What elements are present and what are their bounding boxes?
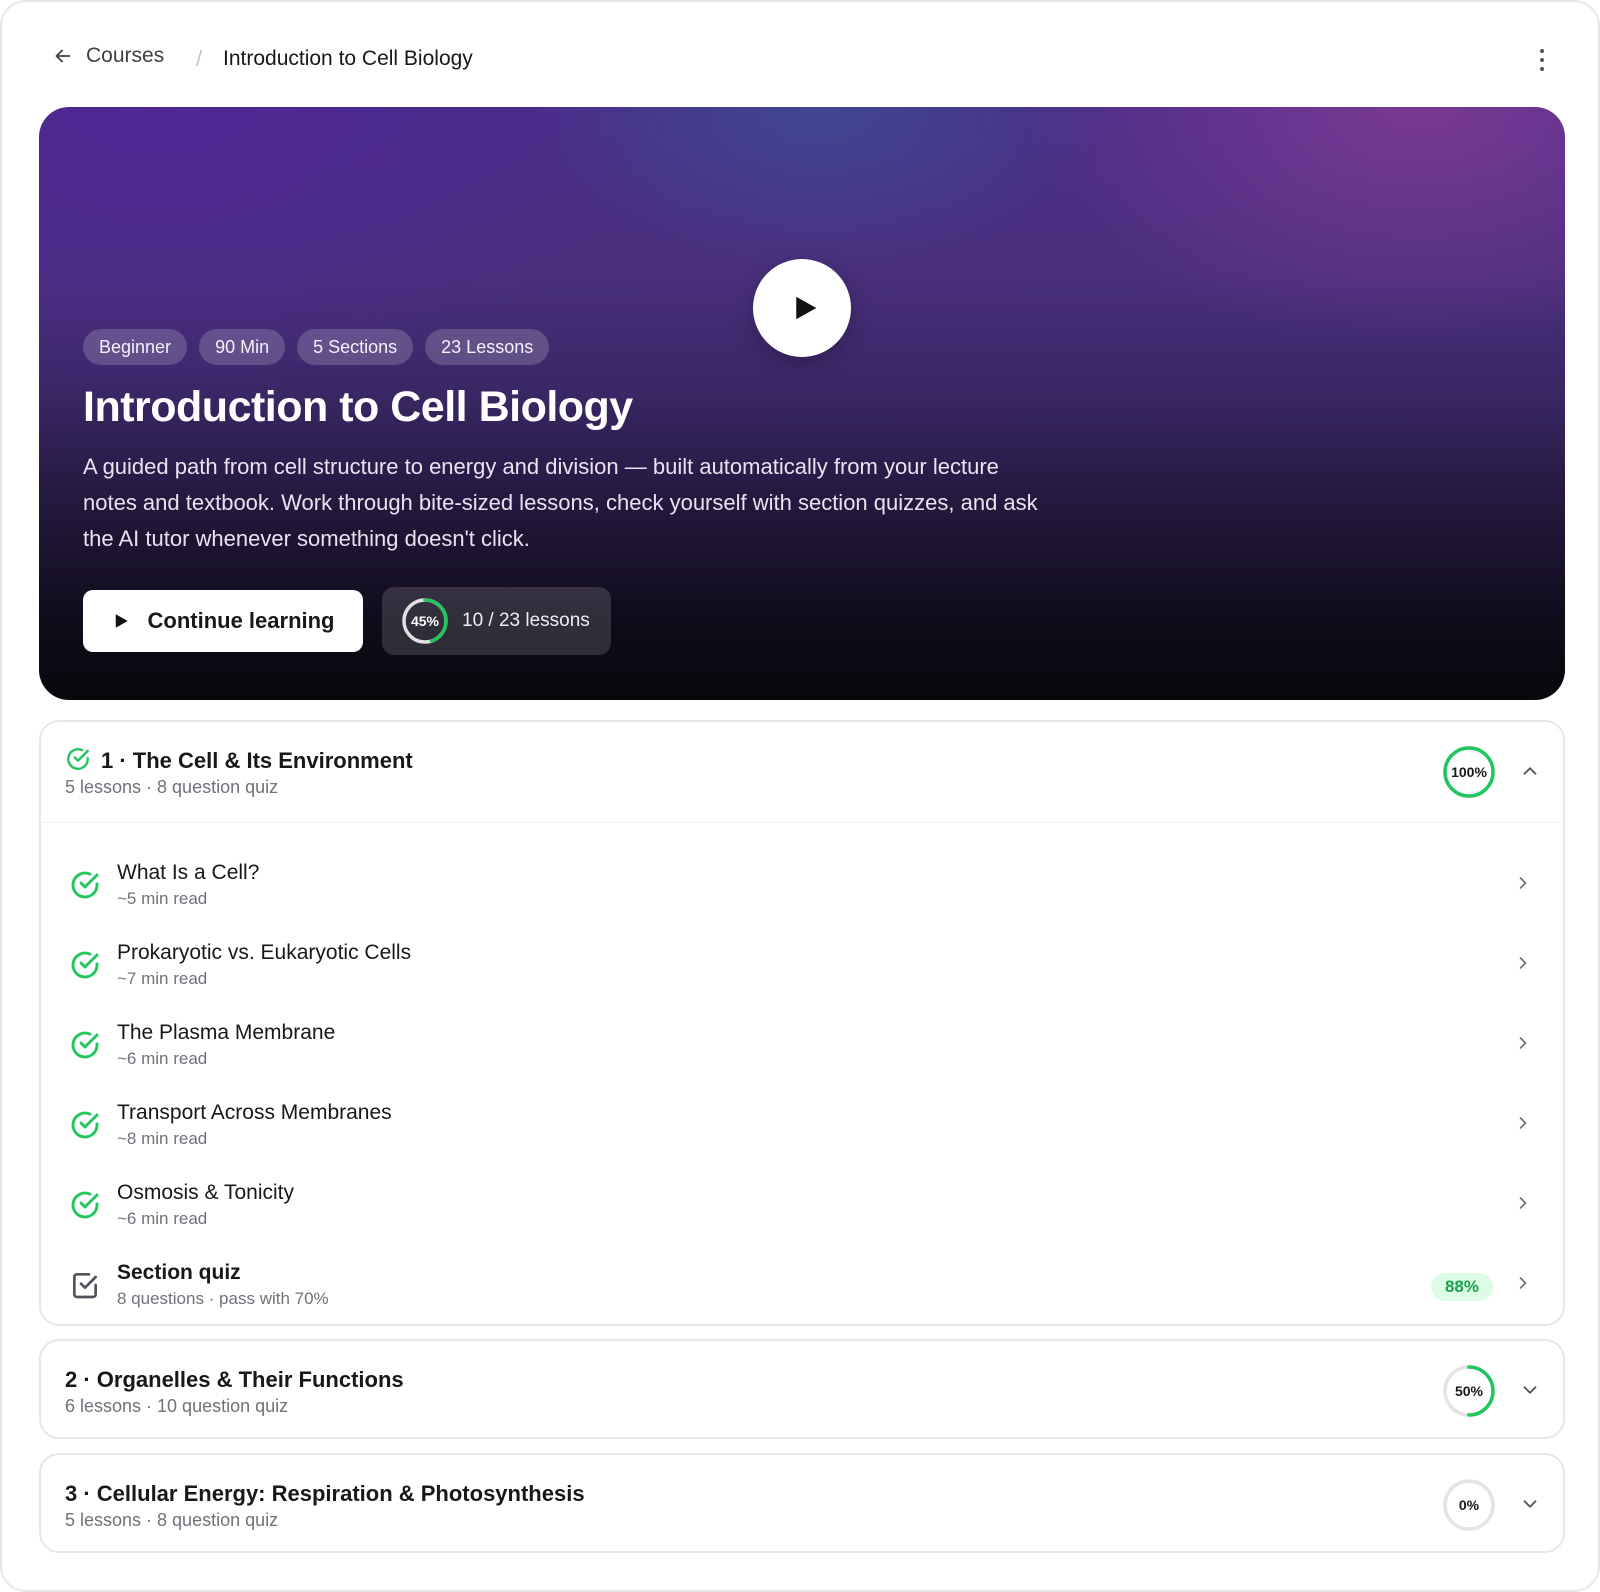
lesson-row[interactable]: The Plasma Membrane ~6 min read (41, 995, 1563, 1075)
section-meta: 5 lessons · 8 question quiz (65, 1510, 279, 1530)
section-quiz-row[interactable]: Section quiz 8 questions · pass with 70%… (41, 1235, 1563, 1315)
chevron-right-icon (1519, 877, 1527, 889)
section-card-2: 2 · Organelles & Their Functions 6 lesso… (39, 1339, 1565, 1439)
check-circle-icon (71, 1031, 99, 1059)
continue-learning-label: Continue learning (147, 608, 335, 633)
section-title: 1 · The Cell & Its Environment (101, 748, 413, 773)
tag-sections: 5 Sections (297, 329, 414, 365)
section-progress-ring: 0% (1441, 1477, 1497, 1533)
section-meta: 5 lessons · 8 question quiz (65, 777, 279, 797)
check-circle-icon (71, 1111, 99, 1139)
course-progress-percent: 45% (410, 613, 440, 629)
play-icon (115, 614, 128, 628)
breadcrumb-separator: / (196, 46, 203, 71)
section-header-1[interactable]: 1 · The Cell & Its Environment 5 lessons… (41, 722, 1563, 822)
chevron-right-icon (1519, 957, 1527, 969)
lesson-title: Osmosis & Tonicity (117, 1181, 294, 1204)
check-circle-icon (71, 871, 99, 899)
lesson-meta: ~7 min read (117, 969, 208, 988)
section-header-2[interactable]: 2 · Organelles & Their Functions 6 lesso… (41, 1341, 1563, 1437)
chevron-right-icon (1519, 1037, 1527, 1049)
chevron-right-icon (1519, 1277, 1527, 1289)
breadcrumb-current: Introduction to Cell Biology (223, 47, 473, 70)
section-progress-percent: 50% (1454, 1383, 1484, 1399)
check-circle-icon (67, 748, 89, 770)
chevron-right-icon (1519, 1117, 1527, 1129)
play-icon (796, 296, 817, 320)
check-circle-icon (71, 1191, 99, 1219)
course-progress-ring: 45% (400, 596, 450, 646)
lesson-meta: ~8 min read (117, 1129, 208, 1148)
quiz-score-badge: 88% (1430, 1273, 1493, 1301)
section-header-3[interactable]: 3 · Cellular Energy: Respiration & Photo… (41, 1455, 1563, 1551)
section-title: 2 · Organelles & Their Functions (65, 1367, 404, 1392)
section-card-3: 3 · Cellular Energy: Respiration & Photo… (39, 1453, 1565, 1553)
section-progress-percent: 100% (1451, 764, 1487, 780)
section-meta: 6 lessons · 10 question quiz (65, 1396, 289, 1416)
quiz-meta: 8 questions · pass with 70% (117, 1289, 329, 1308)
course-description: A guided path from cell structure to ene… (83, 454, 1038, 551)
lesson-list: What Is a Cell? ~5 min read Prokaryotic … (41, 822, 1563, 1315)
lesson-title: The Plasma Membrane (117, 1021, 336, 1044)
quiz-title: Section quiz (117, 1261, 241, 1284)
lesson-title: What Is a Cell? (117, 861, 260, 884)
more-options-button[interactable] (1530, 46, 1554, 74)
chevron-right-icon (1519, 1197, 1527, 1209)
play-video-button[interactable] (753, 259, 851, 357)
course-hero: Beginner 90 Min 5 Sections 23 Lessons In… (39, 107, 1565, 700)
tag-duration: 90 Min (199, 329, 286, 365)
lesson-title: Transport Across Membranes (117, 1101, 392, 1124)
section-progress-ring: 50% (1441, 1363, 1497, 1419)
check-circle-icon (71, 951, 99, 979)
top-bar: Courses / Introduction to Cell Biology (2, 2, 1598, 106)
section-progress-percent: 0% (1458, 1497, 1480, 1513)
breadcrumb-courses[interactable]: Courses (86, 44, 164, 68)
lesson-meta: ~5 min read (117, 889, 208, 908)
lesson-row[interactable]: Transport Across Membranes ~8 min read (41, 1075, 1563, 1155)
chevron-down-icon[interactable] (1519, 1493, 1541, 1515)
chevron-down-icon[interactable] (1519, 1379, 1541, 1401)
lesson-title: Prokaryotic vs. Eukaryotic Cells (117, 941, 412, 964)
continue-learning-button[interactable]: Continue learning (83, 590, 363, 652)
lesson-row[interactable]: Prokaryotic vs. Eukaryotic Cells ~7 min … (41, 915, 1563, 995)
app-window: Courses / Introduction to Cell Biology B… (0, 0, 1600, 1592)
lesson-row[interactable]: Osmosis & Tonicity ~6 min read (41, 1155, 1563, 1235)
lesson-row[interactable]: What Is a Cell? ~5 min read (41, 835, 1563, 915)
tag-level: Beginner (83, 329, 188, 365)
course-title: Introduction to Cell Biology (83, 383, 633, 431)
lesson-meta: ~6 min read (117, 1209, 208, 1228)
more-vertical-icon (1540, 49, 1544, 53)
lessons-completed-text: 10 / 23 lessons (462, 610, 590, 631)
back-to-courses-link[interactable]: Courses (52, 44, 164, 68)
checkbox-checked-icon (73, 1273, 97, 1299)
chevron-up-icon[interactable] (1519, 760, 1541, 782)
section-title: 3 · Cellular Energy: Respiration & Photo… (65, 1481, 585, 1506)
section-card-1: 1 · The Cell & Its Environment 5 lessons… (39, 720, 1565, 1326)
tag-lessons: 23 Lessons (425, 329, 550, 365)
lesson-meta: ~6 min read (117, 1049, 208, 1068)
course-tags: Beginner 90 Min 5 Sections 23 Lessons (83, 329, 550, 365)
section-progress-ring: 100% (1441, 744, 1497, 800)
arrow-left-icon (55, 49, 71, 63)
course-progress-pill: 45% 10 / 23 lessons (382, 587, 611, 655)
